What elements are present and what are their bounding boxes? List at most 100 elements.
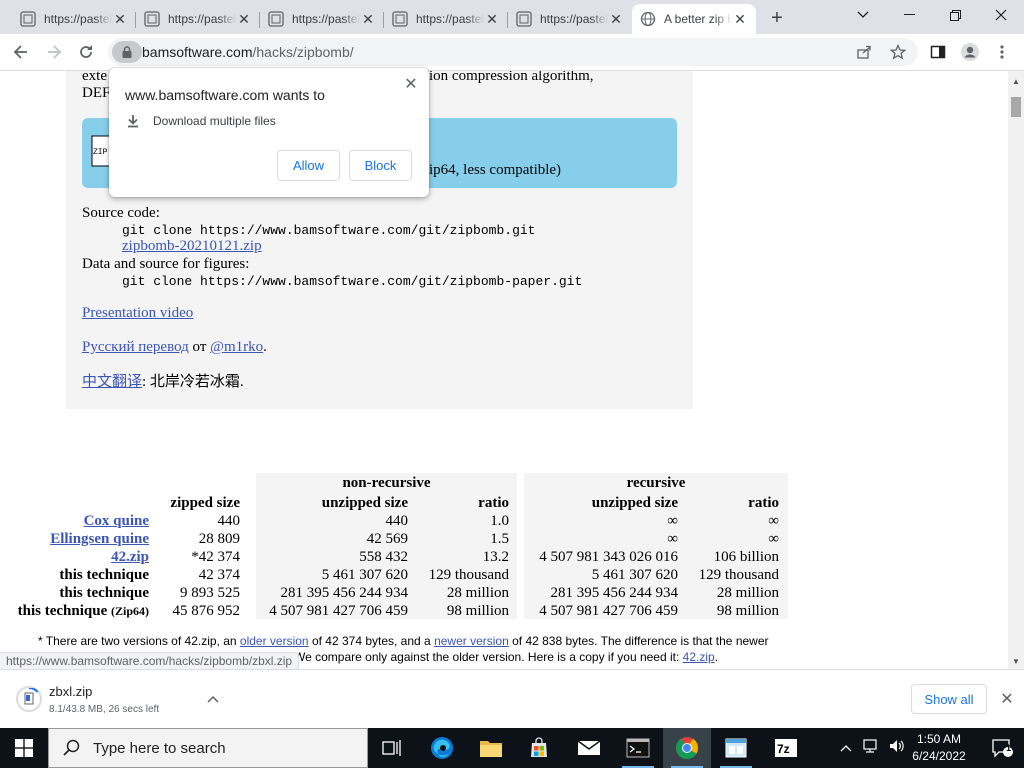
tab-title: https://pastebin.com <box>44 12 112 26</box>
tab-title: A better zip bomb <box>664 12 732 26</box>
popup-close-icon[interactable]: ✕ <box>401 74 421 94</box>
header-r-unzipped: unzipped size <box>591 495 678 511</box>
chevron-up-icon[interactable] <box>204 690 222 708</box>
chevron-up-icon[interactable] <box>840 739 852 757</box>
cell-nr-ratio: 98 million <box>446 603 509 619</box>
chinese-translation-link[interactable]: 中文翻译 <box>82 374 142 390</box>
share-icon[interactable] <box>850 38 878 66</box>
scroll-up-arrow-icon[interactable]: ▲ <box>1012 77 1020 86</box>
m1rko-link[interactable]: @m1rko <box>210 339 263 355</box>
download-item[interactable]: zbxl.zip 8.1/43.8 MB, 26 secs left <box>8 676 230 722</box>
tab-close-icon[interactable]: ✕ <box>608 11 624 27</box>
tab-close-icon[interactable]: ✕ <box>112 11 128 27</box>
svg-text:ZIP: ZIP <box>93 148 108 157</box>
network-icon[interactable] <box>862 738 880 759</box>
blue-box-text: ip64, less compatible) <box>429 162 562 178</box>
cell-nr-unzipped: 42 569 <box>366 531 408 547</box>
site-info-button[interactable] <box>112 41 142 63</box>
cell-zipped: *42 374 <box>191 549 240 565</box>
page-scrollbar[interactable]: ▲ ▼ <box>1008 71 1024 669</box>
tab-pastebin-3[interactable]: https://pastebin.com ✕ <box>260 4 384 34</box>
forward-button[interactable] <box>40 38 68 66</box>
back-button[interactable] <box>7 38 35 66</box>
row-name-ellingsen-quine[interactable]: Ellingsen quine <box>0 530 149 548</box>
tab-close-icon[interactable]: ✕ <box>484 11 500 27</box>
url-text[interactable]: bamsoftware.com/hacks/zipbomb/ <box>142 44 354 60</box>
russian-translation-link[interactable]: Русский перевод <box>82 339 189 355</box>
footnote-text: We compare only against the older versio… <box>294 650 680 664</box>
edge-browser-icon[interactable] <box>418 728 466 768</box>
windows-taskbar: Type here to search 7z 1:50 AM 6/24/2022… <box>0 728 1024 768</box>
cell-zipped: 28 809 <box>198 531 240 547</box>
close-shelf-icon[interactable]: ✕ <box>996 688 1018 710</box>
reload-icon <box>80 45 92 58</box>
header-zipped-size: zipped size <box>170 495 240 511</box>
tab-search-chevron-icon[interactable] <box>840 0 886 30</box>
tab-close-icon[interactable]: ✕ <box>360 11 376 27</box>
row-name-42zip[interactable]: 42.zip <box>0 548 149 566</box>
taskbar-search-box[interactable]: Type here to search <box>48 728 368 768</box>
scrollbar-thumb[interactable] <box>1011 97 1021 117</box>
command-prompt-icon[interactable] <box>614 728 662 768</box>
pastebin-favicon-icon <box>144 11 160 27</box>
zipbomb-zip-link[interactable]: zipbomb-20210121.zip <box>122 238 262 255</box>
minimize-button[interactable] <box>886 0 932 30</box>
taskbar-clock[interactable]: 1:50 AM 6/24/2022 <box>900 731 978 765</box>
download-icon <box>128 115 138 128</box>
cell-nr-ratio: 28 million <box>446 585 509 601</box>
newer-version-link[interactable]: newer version <box>434 634 509 648</box>
pastebin-favicon-icon <box>516 11 532 27</box>
older-version-link[interactable]: older version <box>240 634 309 648</box>
microsoft-store-icon[interactable] <box>515 728 563 768</box>
tab-title: https://pastebin.com <box>292 12 360 26</box>
cell-nr-ratio: 129 thousand <box>428 567 509 583</box>
chinese-translator: : 北岸冷若冰霜. <box>142 374 244 390</box>
cell-r-unzipped: ∞ <box>667 531 678 547</box>
row-name-this-technique-zip64: this technique (Zip64) <box>0 602 149 620</box>
task-view-icon[interactable] <box>368 728 416 768</box>
show-all-button[interactable]: Show all <box>911 684 987 714</box>
profile-avatar-icon[interactable] <box>956 38 984 66</box>
download-status: 8.1/43.8 MB, 26 secs left <box>49 704 160 715</box>
tab-close-icon[interactable]: ✕ <box>236 11 252 27</box>
scroll-down-arrow-icon[interactable]: ▼ <box>1012 657 1020 666</box>
notepad-app-icon[interactable] <box>712 728 760 768</box>
clock-date: 6/24/2022 <box>912 749 966 763</box>
download-filename: zbxl.zip <box>49 684 93 699</box>
header-nr-unzipped: unzipped size <box>321 495 408 511</box>
allow-button[interactable]: Allow <box>277 150 340 181</box>
popup-permission-row: Download multiple files <box>127 114 276 128</box>
tab-pastebin-4[interactable]: https://pastebin.com ✕ <box>384 4 508 34</box>
reload-button[interactable] <box>72 38 100 66</box>
cell-nr-ratio: 1.5 <box>490 531 509 547</box>
copy-42zip-link[interactable]: 42.zip <box>683 650 715 664</box>
mail-icon[interactable] <box>565 728 613 768</box>
notification-badge: 1 <box>1006 743 1012 753</box>
close-window-button[interactable] <box>978 0 1024 30</box>
7zip-icon[interactable]: 7z <box>762 728 810 768</box>
search-icon <box>63 739 80 756</box>
start-button[interactable] <box>0 728 48 768</box>
tab-pastebin-2[interactable]: https://pastebin.com ✕ <box>136 4 260 34</box>
tab-zipbomb-active[interactable]: A better zip bomb ✕ <box>632 4 756 34</box>
file-explorer-icon[interactable] <box>467 728 515 768</box>
address-bar[interactable]: bamsoftware.com/hacks/zipbomb/ <box>108 38 918 66</box>
tab-strip: https://pastebin.com ✕ https://pastebin.… <box>0 0 1024 34</box>
tab-pastebin-5[interactable]: https://pastebin.com ✕ <box>508 4 632 34</box>
notification-center-icon[interactable]: 1 <box>980 728 1024 768</box>
cell-r-ratio: 106 billion <box>713 549 779 565</box>
header-r-ratio: ratio <box>748 495 779 511</box>
bookmark-star-icon[interactable] <box>884 38 912 66</box>
tab-pastebin-1[interactable]: https://pastebin.com ✕ <box>12 4 136 34</box>
tab-close-icon[interactable]: ✕ <box>732 11 748 27</box>
row-name-cox-quine[interactable]: Cox quine <box>0 512 149 530</box>
block-button[interactable]: Block <box>349 150 412 181</box>
side-panel-icon[interactable] <box>924 38 952 66</box>
presentation-video-link[interactable]: Presentation video <box>82 305 193 322</box>
period: . <box>263 339 267 355</box>
new-tab-button[interactable]: + <box>764 6 790 30</box>
restore-button[interactable] <box>932 0 978 30</box>
chrome-icon[interactable] <box>663 728 711 768</box>
intro-text-line1: exte <box>82 71 107 84</box>
more-menu-icon[interactable] <box>988 38 1016 66</box>
